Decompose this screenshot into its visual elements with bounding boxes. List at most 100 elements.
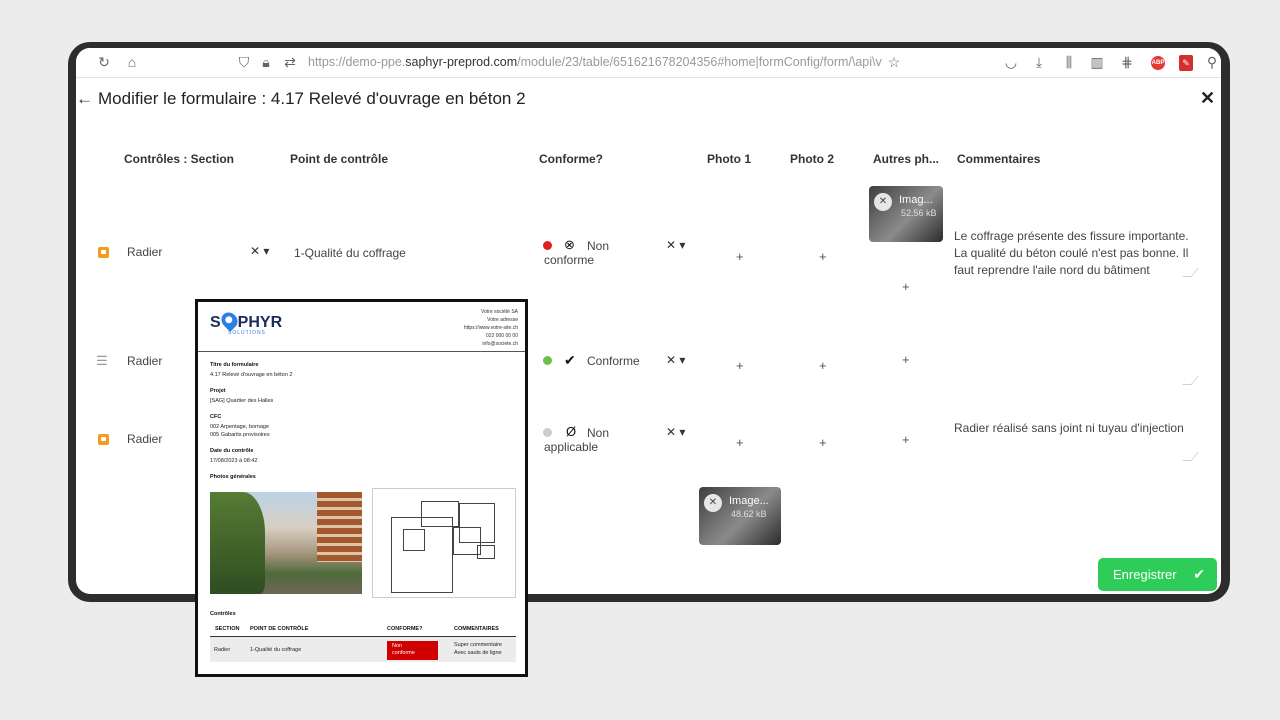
url-path: /module/23/table/651621678204356#home|fo… (517, 55, 883, 69)
row1-image-thumbnail[interactable]: ✕ Imag... 52.56 kB (869, 186, 943, 242)
reload-icon[interactable]: ↻ (96, 54, 112, 70)
locked-row-icon (98, 247, 109, 258)
remove-image-icon[interactable]: ✕ (704, 494, 722, 512)
header-conforme[interactable]: Conforme? (539, 152, 603, 166)
badge-line2: conforme (392, 650, 415, 656)
check-icon: ✔ (564, 352, 576, 368)
pdf-col-comments: COMMENTAIRES (454, 626, 499, 632)
row1-status-line2[interactable]: conforme (544, 253, 594, 267)
address-line: Votre adresse (487, 317, 518, 323)
lock-icon[interactable]: 🔒︎ (258, 54, 274, 70)
url-prefix: https://demo-ppe. (308, 55, 406, 69)
pdf-col-conforme: CONFORME? (387, 626, 423, 632)
browser-toolbar: ↻ ⌂ ⛉ 🔒︎ ⇄ https://demo-ppe.saphyr-prepr… (76, 48, 1221, 78)
pdf-col-point: POINT DE CONTRÔLE (250, 626, 309, 632)
header-comments[interactable]: Commentaires (957, 152, 1040, 166)
url-domain: saphyr-preprod.com (405, 55, 518, 69)
address-line: Votre société SA (481, 309, 518, 315)
header-section[interactable]: Contrôles : Section (124, 152, 234, 166)
adblock-icon[interactable]: ABP (1151, 56, 1165, 70)
pdf-extension-icon[interactable]: ✎ (1179, 55, 1193, 71)
extensions-puzzle-icon[interactable]: ⚲ (1204, 54, 1220, 70)
address-line: 022 000 00 00 (486, 333, 518, 339)
row1-section-clear-dropdown[interactable]: ✕ ▾ (250, 244, 269, 258)
row4-image-thumbnail[interactable]: ✕ Image... 48.62 kB (699, 487, 781, 545)
back-arrow-icon[interactable]: ← (76, 89, 93, 109)
pdf-report-preview: S PHYR SOLUTIONS Votre société SA Votre a… (195, 299, 528, 677)
pocket-icon[interactable]: ◡ (1003, 54, 1019, 70)
row3-section: Radier (127, 432, 163, 446)
sidebar-icon[interactable]: ▥ (1089, 54, 1105, 70)
pdf-title-label: Titre du formulaire (210, 362, 259, 368)
thumb-name: Image... (729, 495, 769, 507)
textarea-resize-handle[interactable] (1182, 452, 1199, 461)
row3-status-line2[interactable]: applicable (544, 440, 598, 454)
header-photo2[interactable]: Photo 2 (790, 152, 834, 166)
row1-section: Radier (127, 245, 163, 259)
pdf-row-comment-line2: Avec sauts de ligne (454, 650, 502, 656)
row2-section: Radier (127, 354, 163, 368)
logo-text-left: S (210, 314, 221, 331)
shield-icon[interactable]: ⛉ (236, 54, 252, 70)
header-photo1[interactable]: Photo 1 (707, 152, 751, 166)
pdf-cfc-label: CFC (210, 414, 222, 420)
bookmark-star-icon[interactable]: ☆ (886, 54, 902, 70)
address-bar[interactable]: https://demo-ppe.saphyr-preprod.com/modu… (308, 55, 883, 69)
extension-grid-icon[interactable]: ⋕ (1119, 54, 1135, 70)
modal-title: Modifier le formulaire : 4.17 Relevé d'o… (98, 89, 526, 108)
row3-comment[interactable]: Radier réalisé sans joint ni tuyau d'inj… (954, 420, 1196, 437)
thumb-size: 48.62 kB (731, 509, 767, 519)
pdf-date-value: 17/08/2023 à 08:42 (210, 458, 258, 464)
status-badge: Non conforme (387, 641, 438, 660)
saphyr-logo: S PHYR (210, 309, 282, 332)
row1-photo1-add-icon[interactable]: + (736, 249, 744, 264)
remove-image-icon[interactable]: ✕ (874, 193, 892, 211)
row2-other-photos-add-icon[interactable]: + (902, 352, 910, 367)
row3-other-photos-add-icon[interactable]: + (902, 432, 910, 447)
row1-photo2-add-icon[interactable]: + (819, 249, 827, 264)
address-line: https://www.votre-site.ch (463, 325, 518, 331)
library-icon[interactable]: ⫼ (1061, 54, 1077, 70)
pdf-title-value: 4.17 Relevé d'ouvrage en béton 2 (210, 372, 293, 378)
pdf-row-section: Radier (214, 647, 231, 653)
check-icon: ✔ (1193, 566, 1205, 582)
header-point[interactable]: Point de contrôle (290, 152, 388, 166)
row1-point: 1-Qualité du coffrage (294, 246, 406, 260)
row1-status-line1[interactable]: Non (587, 239, 609, 253)
row2-photo2-add-icon[interactable]: + (819, 358, 827, 373)
row1-status-clear-dropdown[interactable]: ✕ ▾ (666, 238, 685, 252)
save-label: Enregistrer (1113, 567, 1177, 582)
header-other-photos[interactable]: Autres ph... (873, 152, 939, 166)
row2-photo1-add-icon[interactable]: + (736, 358, 744, 373)
permissions-icon[interactable]: ⇄ (282, 54, 298, 70)
row3-status-clear-dropdown[interactable]: ✕ ▾ (666, 425, 685, 439)
row1-comment[interactable]: Le coffrage présente des fissure importa… (954, 228, 1196, 279)
home-icon[interactable]: ⌂ (124, 54, 140, 70)
download-icon[interactable]: ⤓ (1031, 54, 1047, 70)
row2-status-clear-dropdown[interactable]: ✕ ▾ (666, 353, 685, 367)
pdf-cfc-line2: 005 Gabarits provisoires (210, 432, 270, 438)
badge-line1: Non (392, 643, 403, 649)
row1-status-dot (543, 241, 552, 250)
row3-photo1-add-icon[interactable]: + (736, 435, 744, 450)
save-button[interactable]: Enregistrer ✔ (1098, 558, 1217, 591)
drag-handle-icon[interactable]: ☰ (96, 353, 108, 369)
floor-plan-image (372, 488, 516, 598)
thumb-name: Imag... (899, 194, 933, 206)
row3-status-line1[interactable]: Non (587, 426, 609, 440)
pdf-project-value: [SAG] Quartier des Halles (210, 398, 274, 404)
locked-row-icon (98, 434, 109, 445)
row3-status-dot (543, 428, 552, 437)
pdf-col-section: SECTION (215, 626, 240, 632)
close-icon[interactable]: ✕ (1200, 88, 1215, 109)
textarea-resize-handle[interactable] (1182, 376, 1199, 385)
row1-other-photos-add-icon[interactable]: + (902, 279, 910, 294)
pdf-row-point: 1-Qualité du coffrage (250, 647, 302, 653)
logo-subtitle: SOLUTIONS (228, 330, 266, 336)
row3-photo2-add-icon[interactable]: + (819, 435, 827, 450)
not-compliant-icon: ⊗ (564, 237, 575, 252)
company-address: Votre société SA Votre adresse https://w… (464, 308, 518, 348)
address-line: info@societe.ch (482, 341, 518, 347)
pdf-project-label: Projet (210, 388, 226, 394)
row2-status-line1[interactable]: Conforme (587, 354, 640, 368)
